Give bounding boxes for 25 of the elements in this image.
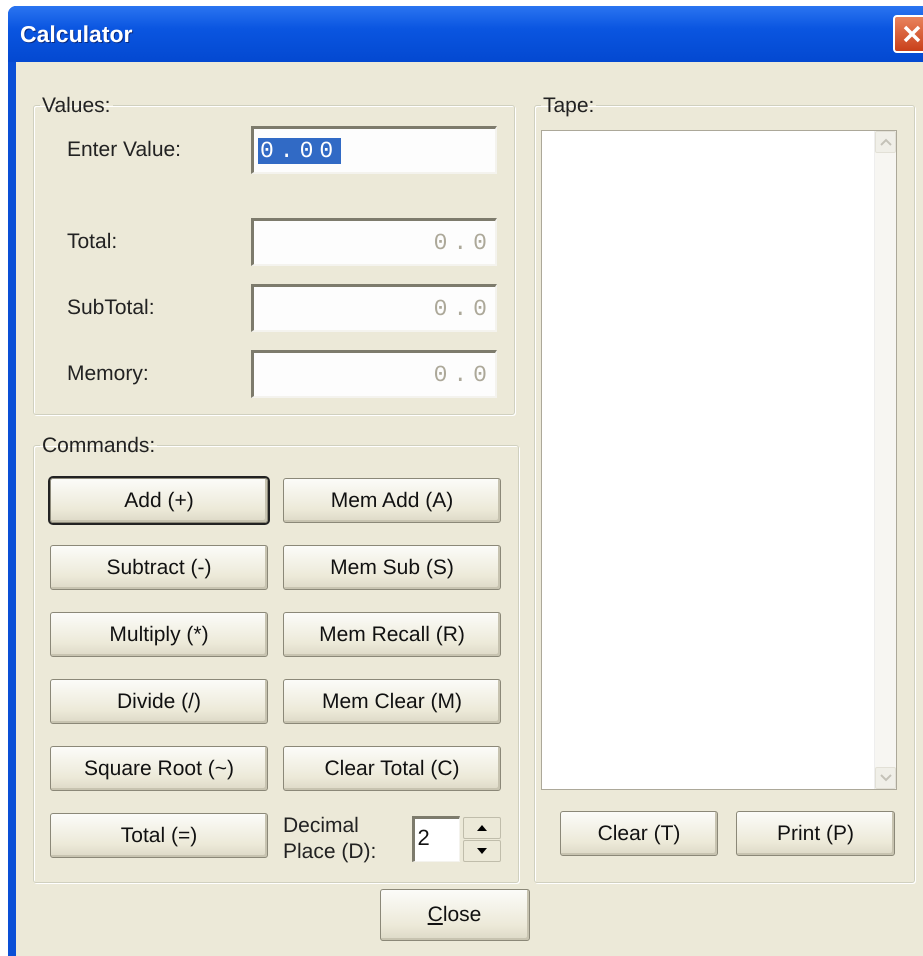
- command-button[interactable]: Mem Sub (S): [283, 545, 501, 590]
- group-label: Values:: [41, 95, 112, 116]
- group-label: Commands:: [41, 435, 156, 456]
- command-button[interactable]: Mem Recall (R): [283, 612, 501, 657]
- window-title: Calculator: [20, 20, 132, 48]
- close-dialog-button[interactable]: Close: [380, 888, 530, 940]
- field-label: Enter Value:: [67, 138, 182, 162]
- command-button[interactable]: Mem Clear (M): [283, 679, 501, 724]
- command-button[interactable]: Divide (/): [50, 679, 268, 724]
- field-label: Memory:: [67, 362, 149, 386]
- value-field[interactable]: 0.00: [251, 126, 497, 174]
- command-button[interactable]: Total (=): [50, 813, 268, 858]
- field-label: SubTotal:: [67, 296, 155, 320]
- group-label: Tape:: [542, 95, 596, 116]
- command-button[interactable]: Subtract (-): [50, 545, 268, 590]
- tape-button[interactable]: Clear (T): [560, 811, 718, 856]
- decimal-field[interactable]: 2: [412, 816, 460, 862]
- tape-button[interactable]: Print (P): [736, 811, 895, 856]
- command-button[interactable]: Square Root (~): [50, 746, 268, 791]
- command-button[interactable]: Multiply (*): [50, 612, 268, 657]
- spinner-label: Decimal Place (D):: [283, 813, 378, 866]
- field-label: Total:: [67, 230, 118, 254]
- command-button[interactable]: Mem Add (A): [283, 478, 501, 523]
- command-button[interactable]: Add (+): [50, 478, 268, 523]
- command-button[interactable]: Clear Total (C): [283, 746, 501, 791]
